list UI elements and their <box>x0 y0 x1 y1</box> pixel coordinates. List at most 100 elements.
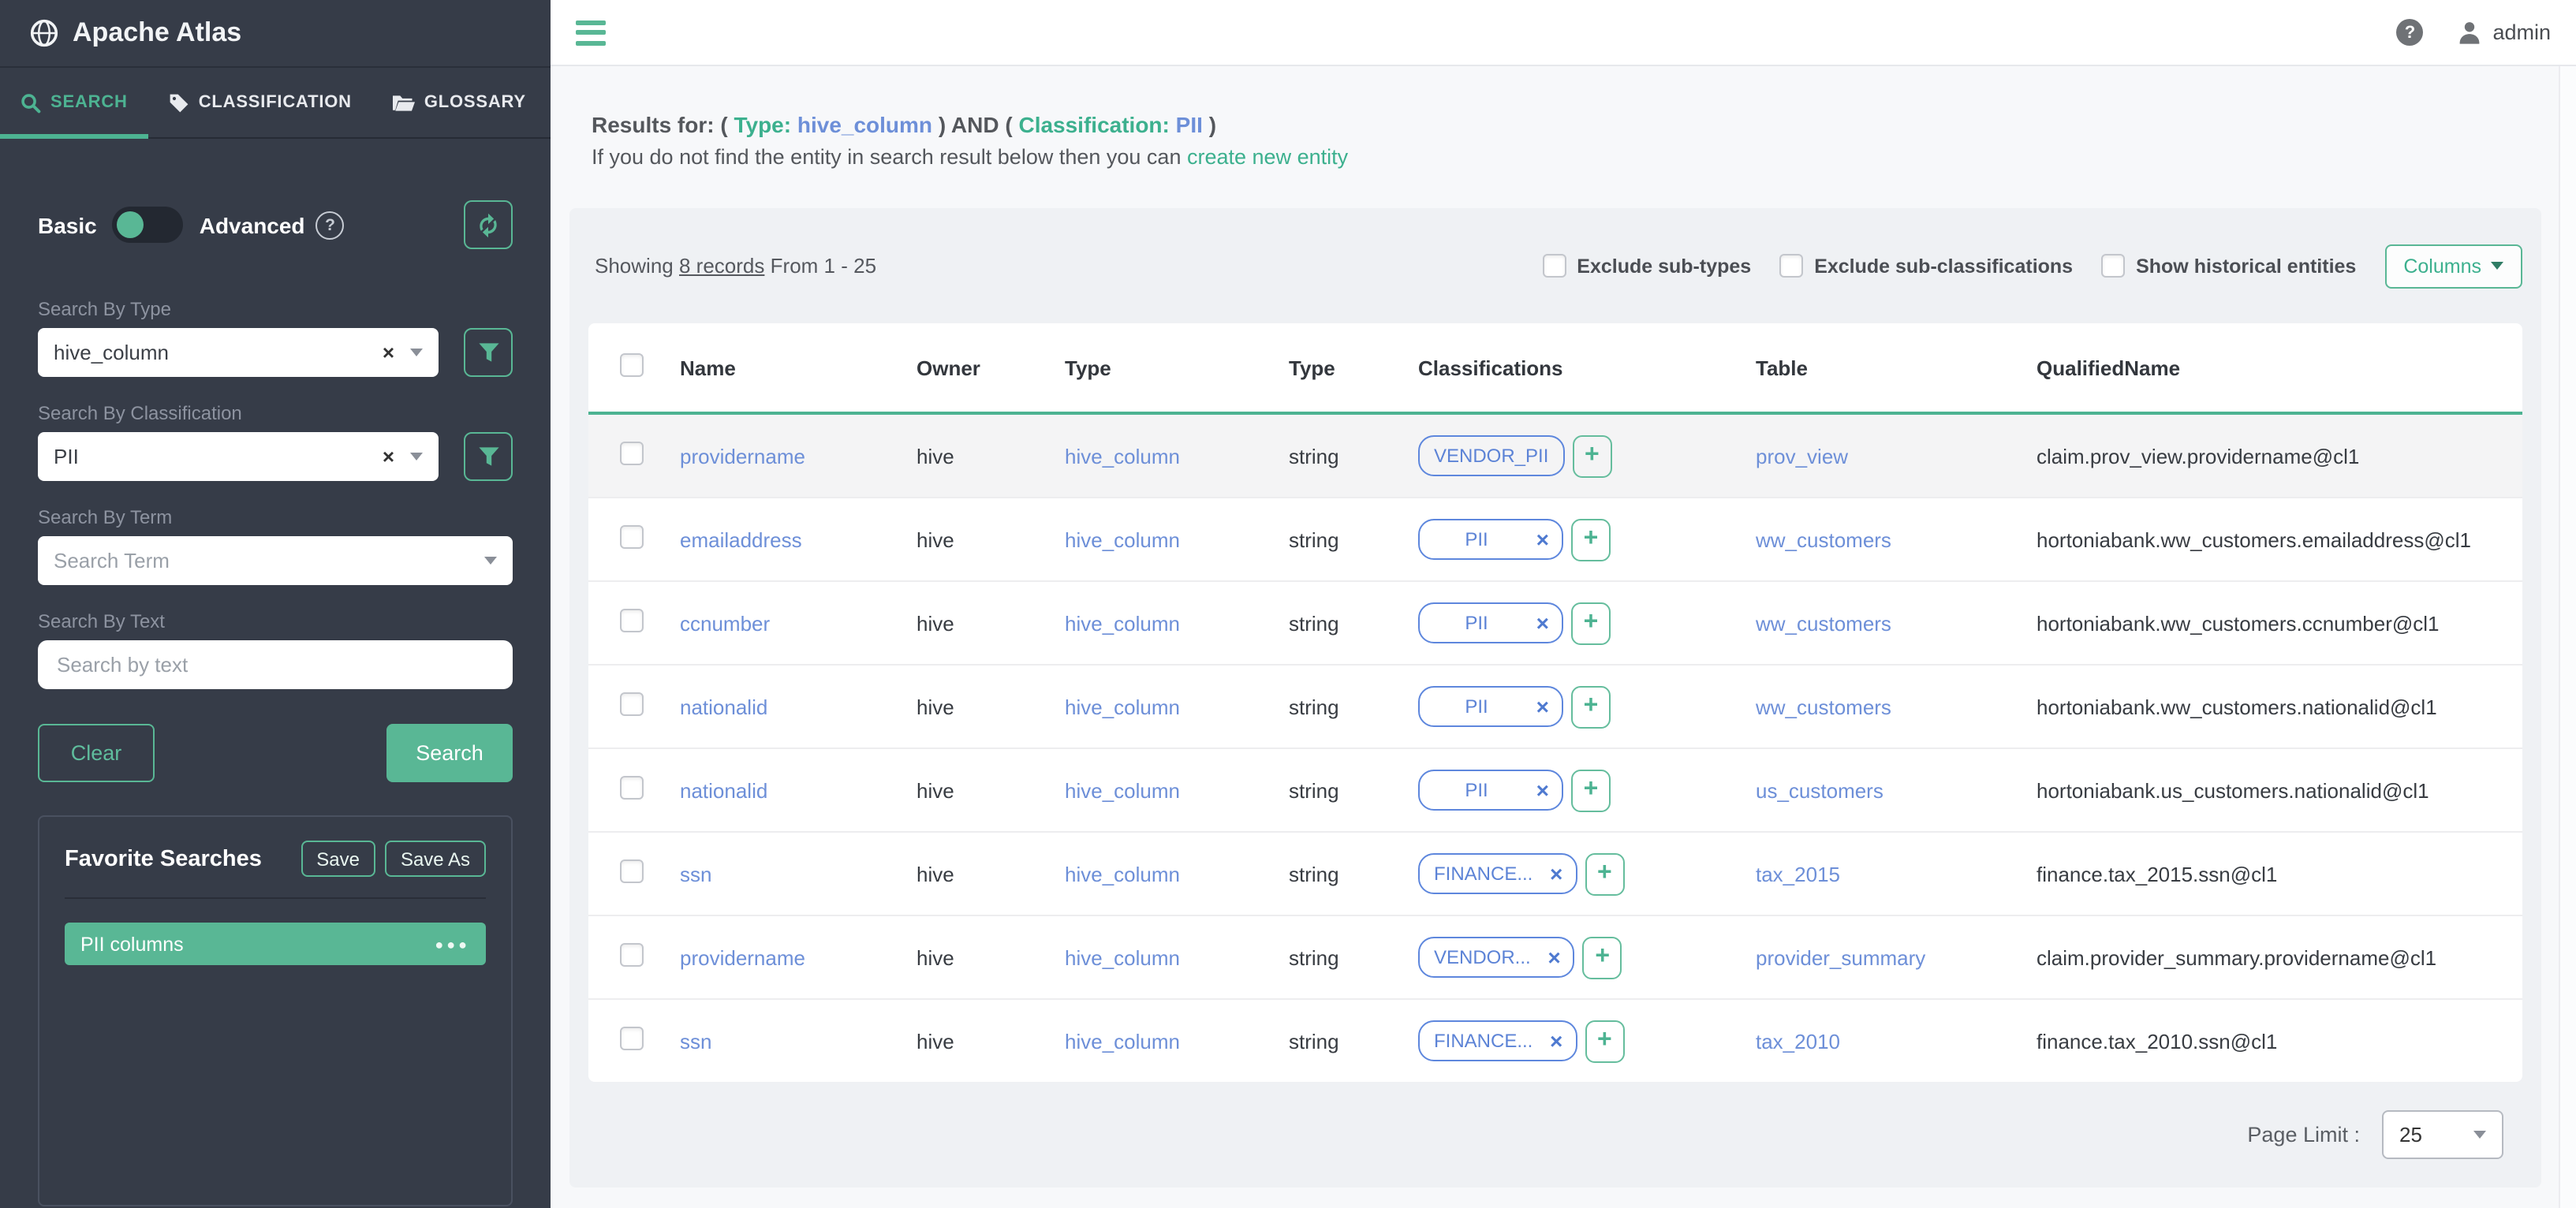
show-historical-checkbox[interactable] <box>2101 254 2125 278</box>
row-checkbox[interactable] <box>620 859 644 883</box>
classification-label: VENDOR... <box>1434 946 1531 968</box>
tab-classification[interactable]: CLASSIFICATION <box>148 68 372 137</box>
entity-type-link[interactable]: hive_column <box>1065 444 1180 468</box>
classification-badge[interactable]: PII × <box>1418 519 1563 560</box>
classification-badge[interactable]: FINANCE... × <box>1418 853 1577 894</box>
user-menu[interactable]: admin <box>2458 21 2551 44</box>
add-classification-button[interactable]: + <box>1571 518 1611 561</box>
classification-attribute-filter-button[interactable] <box>464 432 513 481</box>
classification-badge[interactable]: VENDOR... × <box>1418 937 1575 978</box>
classification-select[interactable]: PII × <box>38 432 439 481</box>
create-new-entity-link[interactable]: create new entity <box>1187 145 1348 169</box>
entity-type-link[interactable]: hive_column <box>1065 1029 1180 1053</box>
add-classification-button[interactable]: + <box>1571 769 1611 811</box>
row-checkbox[interactable] <box>620 692 644 716</box>
table-row: nationalid hive hive_column string PII ×… <box>588 665 2522 748</box>
classification-badge[interactable]: FINANCE... × <box>1418 1020 1577 1061</box>
scrollbar-track[interactable] <box>2559 66 2576 1208</box>
entity-name-link[interactable]: ssn <box>680 1029 711 1053</box>
entity-name-link[interactable]: nationalid <box>680 695 767 718</box>
more-options-icon[interactable]: ●●● <box>435 936 470 952</box>
remove-classification-icon[interactable]: × <box>1550 861 1562 886</box>
table-link[interactable]: tax_2015 <box>1756 862 1840 885</box>
entity-type-link[interactable]: hive_column <box>1065 611 1180 635</box>
tab-glossary[interactable]: GLOSSARY <box>372 68 547 137</box>
table-link[interactable]: tax_2010 <box>1756 1029 1840 1053</box>
remove-classification-icon[interactable]: × <box>1547 945 1560 970</box>
classification-badge[interactable]: PII × <box>1418 770 1563 811</box>
row-checkbox[interactable] <box>620 1027 644 1050</box>
entity-type-link[interactable]: hive_column <box>1065 945 1180 969</box>
exclude-subclassifications-checkbox[interactable] <box>1779 254 1803 278</box>
add-classification-button[interactable]: + <box>1571 685 1611 728</box>
records-count-link[interactable]: 8 records <box>679 254 764 278</box>
add-classification-button[interactable]: + <box>1571 602 1611 644</box>
refresh-icon <box>476 212 500 237</box>
favorite-searches-title: Favorite Searches <box>65 846 291 871</box>
menu-icon[interactable] <box>576 20 606 45</box>
table-row: ssn hive hive_column string FINANCE... ×… <box>588 832 2522 915</box>
add-classification-button[interactable]: + <box>1585 852 1624 895</box>
result-options: Exclude sub-types Exclude sub-classifica… <box>1542 244 2522 288</box>
entity-name-link[interactable]: ssn <box>680 862 711 885</box>
table-link[interactable]: provider_summary <box>1756 945 1925 969</box>
table-link[interactable]: us_customers <box>1756 778 1883 802</box>
basic-advanced-toggle[interactable] <box>113 207 184 243</box>
table-link[interactable]: ww_customers <box>1756 611 1891 635</box>
tab-search[interactable]: SEARCH <box>0 68 148 137</box>
entity-name-link[interactable]: providername <box>680 945 805 969</box>
entity-type-link[interactable]: hive_column <box>1065 528 1180 551</box>
classification-badge[interactable]: VENDOR_PII <box>1418 435 1564 476</box>
results-suffix: ) <box>1209 112 1216 137</box>
entity-type-link[interactable]: hive_column <box>1065 862 1180 885</box>
help-icon[interactable]: ? <box>2396 19 2423 46</box>
remove-classification-icon[interactable]: × <box>1536 777 1549 803</box>
row-checkbox[interactable] <box>620 943 644 967</box>
add-classification-button[interactable]: + <box>1585 1020 1624 1062</box>
remove-classification-icon[interactable]: × <box>1550 1028 1562 1053</box>
page-limit-select[interactable]: 25 <box>2382 1110 2503 1159</box>
search-button[interactable]: Search <box>386 724 513 782</box>
term-select[interactable]: Search Term <box>38 536 513 585</box>
add-classification-button[interactable]: + <box>1572 434 1611 477</box>
chevron-down-icon <box>2491 262 2503 270</box>
classification-badge[interactable]: PII × <box>1418 686 1563 727</box>
main-content: Results for: ( Type: hive_column ) AND (… <box>551 66 2576 1208</box>
entity-type-link[interactable]: hive_column <box>1065 778 1180 802</box>
topbar: ? admin <box>551 0 2576 66</box>
type-clear-icon[interactable]: × <box>383 341 394 364</box>
favorite-search-item[interactable]: PII columns ●●● <box>65 923 486 965</box>
exclude-subtypes-checkbox[interactable] <box>1542 254 1566 278</box>
search-text-input[interactable] <box>38 640 513 689</box>
columns-button-label: Columns <box>2403 255 2481 277</box>
save-as-button[interactable]: Save As <box>385 841 486 877</box>
table-link[interactable]: ww_customers <box>1756 528 1891 551</box>
entity-type-link[interactable]: hive_column <box>1065 695 1180 718</box>
clear-button[interactable]: Clear <box>38 724 155 782</box>
classification-clear-icon[interactable]: × <box>383 445 394 468</box>
add-classification-button[interactable]: + <box>1583 936 1622 979</box>
row-checkbox[interactable] <box>620 609 644 632</box>
entity-name-link[interactable]: emailaddress <box>680 528 802 551</box>
columns-button[interactable]: Columns <box>2384 244 2522 288</box>
select-all-checkbox[interactable] <box>620 353 644 377</box>
remove-classification-icon[interactable]: × <box>1536 610 1549 636</box>
entity-name-link[interactable]: nationalid <box>680 778 767 802</box>
entity-name-link[interactable]: providername <box>680 444 805 468</box>
remove-classification-icon[interactable]: × <box>1536 694 1549 719</box>
table-link[interactable]: ww_customers <box>1756 695 1891 718</box>
row-checkbox[interactable] <box>620 442 644 465</box>
classification-badge[interactable]: PII × <box>1418 602 1563 643</box>
remove-classification-icon[interactable]: × <box>1536 527 1549 552</box>
advanced-help-icon[interactable]: ? <box>316 211 345 239</box>
row-checkbox[interactable] <box>620 525 644 549</box>
type-attribute-filter-button[interactable] <box>464 328 513 377</box>
entity-name-link[interactable]: ccnumber <box>680 611 770 635</box>
save-button[interactable]: Save <box>301 841 375 877</box>
classification-label: FINANCE... <box>1434 863 1533 885</box>
refresh-button[interactable] <box>464 200 513 249</box>
row-checkbox[interactable] <box>620 776 644 800</box>
type-select[interactable]: hive_column × <box>38 328 439 377</box>
table-link[interactable]: prov_view <box>1756 444 1848 468</box>
funnel-icon <box>477 342 499 363</box>
